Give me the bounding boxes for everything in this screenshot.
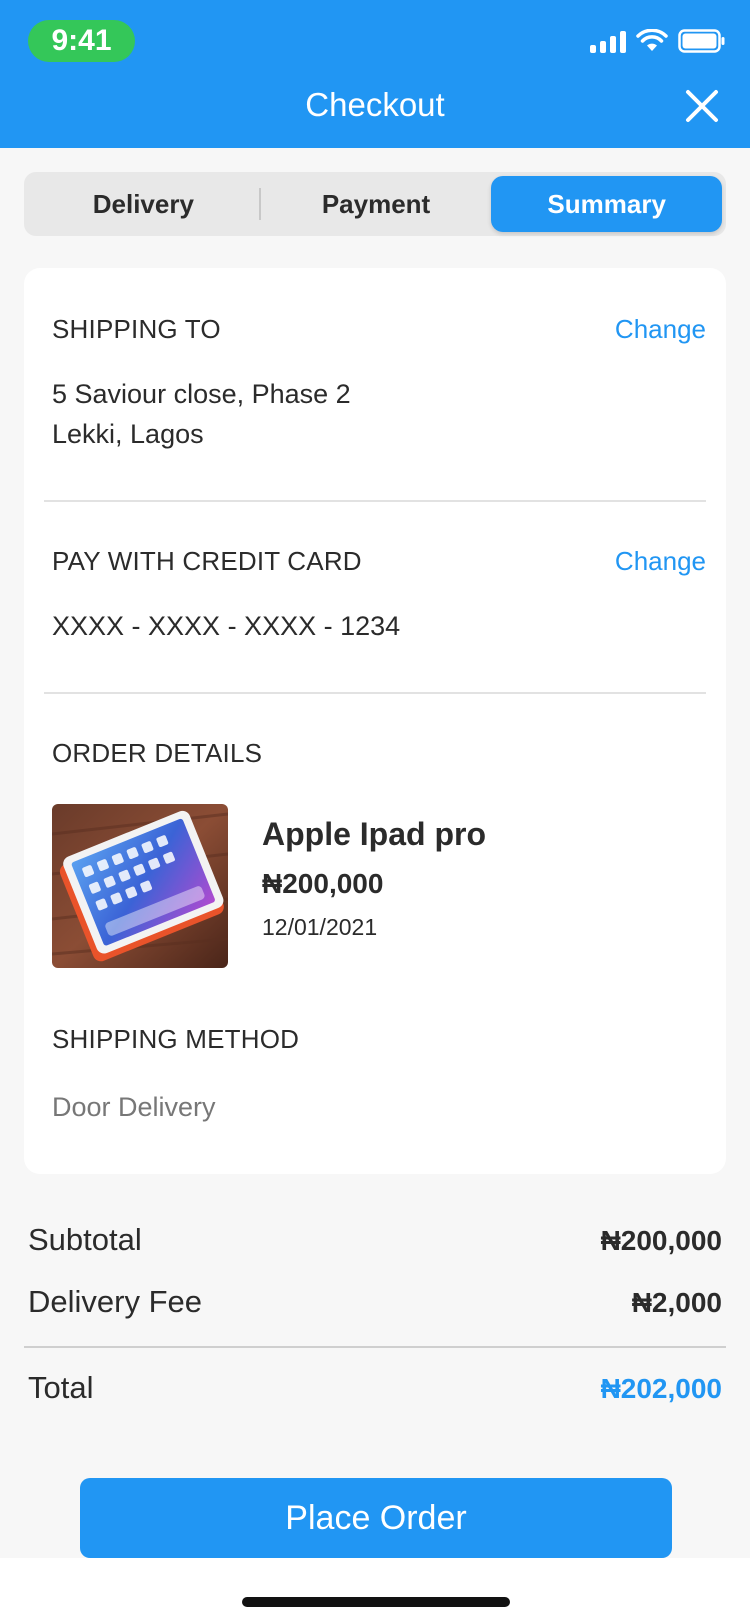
app-header: 9:41 Checkout — [0, 0, 750, 148]
summary-card: SHIPPING TO Change 5 Saviour close, Phas… — [24, 268, 726, 1174]
tab-delivery[interactable]: Delivery — [28, 176, 259, 232]
delivery-fee-label: Delivery Fee — [28, 1284, 202, 1319]
product-image — [52, 804, 228, 968]
page-title: Checkout — [305, 86, 445, 123]
place-order-button[interactable]: Place Order — [80, 1478, 672, 1558]
tab-delivery-label: Delivery — [92, 188, 194, 219]
bottom-safe-area — [0, 1558, 750, 1624]
card-number: XXXX - XXXX - XXXX - 1234 — [52, 611, 401, 641]
totals-divider — [24, 1346, 726, 1348]
close-icon[interactable] — [684, 88, 720, 124]
checkout-step-tabs: Delivery Payment Summary — [24, 172, 726, 236]
address-line-1: 5 Saviour close, Phase 2 — [52, 379, 351, 409]
product-name: Apple Ipad pro — [262, 816, 486, 852]
battery-icon — [678, 29, 726, 53]
product-price: ₦200,000 — [262, 868, 384, 899]
tab-payment-label: Payment — [321, 188, 431, 219]
tab-summary[interactable]: Summary — [491, 176, 723, 232]
shipping-method-heading: SHIPPING METHOD — [52, 1024, 300, 1054]
tab-payment[interactable]: Payment — [261, 176, 492, 232]
section-divider — [44, 500, 706, 502]
order-date: 12/01/2021 — [262, 914, 378, 940]
order-heading: ORDER DETAILS — [52, 738, 263, 768]
total-value: ₦202,000 — [600, 1373, 722, 1404]
change-payment-link[interactable]: Change — [615, 546, 706, 577]
home-indicator[interactable] — [242, 1597, 510, 1607]
shipping-method-value: Door Delivery — [52, 1092, 216, 1122]
tab-summary-label: Summary — [547, 188, 666, 219]
payment-heading: PAY WITH CREDIT CARD — [52, 546, 362, 576]
section-divider — [44, 692, 706, 694]
subtotal-label: Subtotal — [28, 1222, 142, 1257]
address-line-2: Lekki, Lagos — [52, 419, 204, 449]
status-icons — [590, 26, 726, 56]
total-label: Total — [28, 1370, 94, 1405]
subtotal-value: ₦200,000 — [600, 1225, 722, 1256]
wifi-icon — [636, 29, 668, 53]
status-time: 9:41 — [28, 20, 135, 62]
cellular-signal-icon — [590, 29, 626, 53]
delivery-fee-value: ₦2,000 — [631, 1287, 722, 1318]
shipping-heading: SHIPPING TO — [52, 314, 221, 344]
change-shipping-link[interactable]: Change — [615, 314, 706, 345]
